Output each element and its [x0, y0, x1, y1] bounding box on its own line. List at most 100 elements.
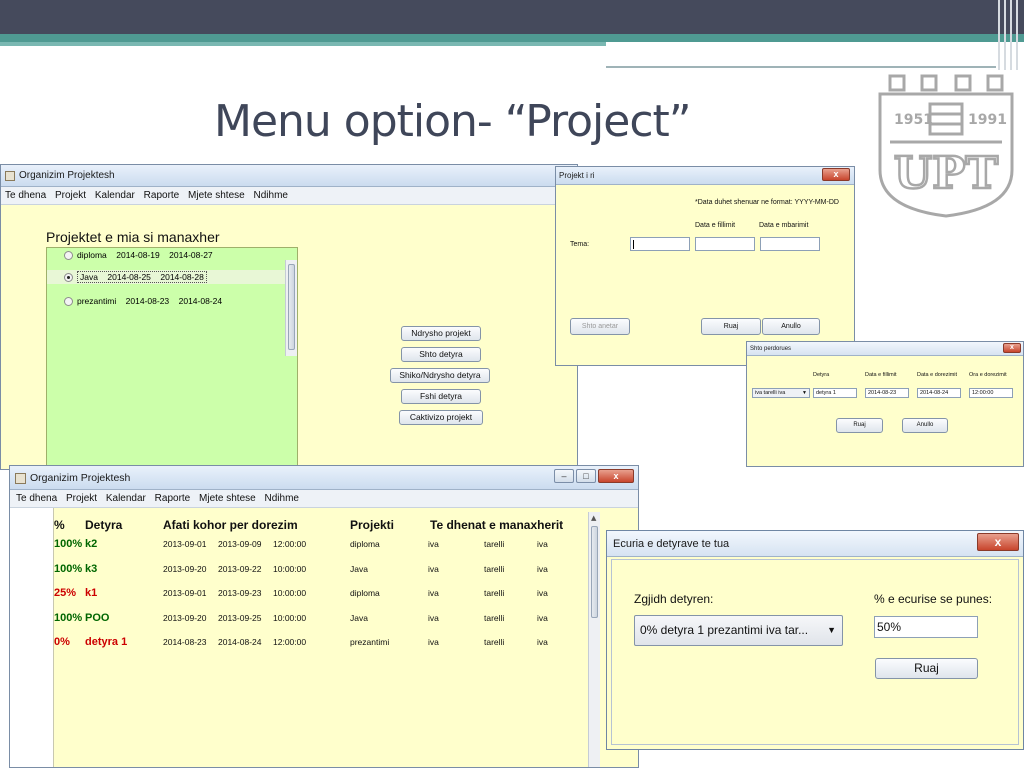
project-row-diploma[interactable]: diploma 2014-08-19 2014-08-27 [47, 248, 287, 262]
cell-manager-first: iva [428, 588, 439, 598]
cell-project: prezantimi [350, 637, 390, 647]
window-titlebar[interactable]: Organizim Projektesh – □ x [10, 466, 638, 490]
cell-manager-user: iva [537, 564, 548, 574]
start-date-input[interactable]: 2014-08-23 [865, 388, 909, 398]
cell-percent: 100% [54, 612, 83, 624]
deactivate-project-button[interactable]: Caktivizo projekt [399, 410, 483, 425]
tema-input[interactable] [630, 237, 690, 251]
close-icon[interactable]: x [977, 533, 1019, 551]
slide-accent-band-light [0, 42, 606, 46]
col-header-pct: % [54, 518, 65, 532]
chevron-down-icon: ▼ [827, 625, 836, 635]
radio-button-selected[interactable] [64, 273, 73, 282]
radio-button[interactable] [64, 297, 73, 306]
slide-header-band [0, 0, 1024, 34]
choose-task-label: Zgjidh detyren: [634, 592, 714, 606]
cell-percent: 0% [54, 636, 70, 648]
end-date-input[interactable] [760, 237, 820, 251]
projects-heading: Projektet e mia si manaxher [46, 229, 220, 245]
scroll-up-icon[interactable]: ▲ [591, 514, 596, 522]
cell-manager-user: iva [537, 637, 548, 647]
cell-end-date: 2013-09-25 [218, 613, 262, 623]
list-scrollbar[interactable] [285, 260, 297, 356]
menu-ndihme[interactable]: Ndihme [254, 190, 288, 201]
add-task-button[interactable]: Shto detyra [401, 347, 481, 362]
add-members-button[interactable]: Shto anetar [570, 318, 630, 335]
cell-start-date: 2013-09-20 [163, 564, 207, 574]
window-titlebar[interactable]: Ecuria e detyrave te tua x [607, 531, 1023, 557]
cell-project: Java [350, 613, 368, 623]
cell-start-date: 2014-08-23 [163, 637, 207, 647]
project-row-java[interactable]: Java 2014-08-25 2014-08-28 [47, 270, 287, 284]
close-icon[interactable]: x [822, 168, 850, 181]
view-edit-task-button[interactable]: Shiko/Ndrysho detyra [390, 368, 490, 383]
menu-mjete-shtese[interactable]: Mjete shtese [188, 190, 245, 201]
cell-time: 10:00:00 [273, 564, 307, 574]
close-icon[interactable]: x [598, 469, 634, 483]
cell-time: 12:00:00 [273, 637, 307, 647]
minimize-icon[interactable]: – [554, 469, 574, 483]
scrollbar-thumb[interactable] [591, 526, 598, 618]
window-titlebar[interactable]: Projekt i ri x [556, 167, 854, 185]
menu-projekt[interactable]: Projekt [55, 190, 86, 201]
cell-percent: 100% [54, 563, 83, 575]
task-select[interactable]: 0% detyra 1 prezantimi iva tar... ▼ [634, 615, 843, 646]
menu-te-dhena[interactable]: Te dhena [16, 493, 57, 504]
window-title: Organizim Projektesh [30, 472, 131, 484]
task-column-label: Detyra [813, 372, 830, 378]
cell-manager-first: iva [428, 613, 439, 623]
decorative-lines [994, 0, 1024, 70]
menu-ndihme[interactable]: Ndihme [265, 493, 299, 504]
col-header-deadline: Afati kohor per dorezim [163, 518, 298, 532]
radio-button[interactable] [64, 251, 73, 260]
due-date-input[interactable]: 2014-08-24 [917, 388, 961, 398]
menu-raporte[interactable]: Raporte [144, 190, 180, 201]
cell-manager-last: tarelli [484, 564, 505, 574]
menu-kalendar[interactable]: Kalendar [95, 190, 135, 201]
save-button[interactable]: Ruaj [701, 318, 761, 335]
save-button[interactable]: Ruaj [875, 658, 978, 679]
edit-project-button[interactable]: Ndrysho projekt [401, 326, 481, 341]
cell-task-name: POO [85, 612, 110, 624]
cell-manager-first: iva [428, 539, 439, 549]
menu-raporte[interactable]: Raporte [155, 493, 191, 504]
menu-mjete-shtese[interactable]: Mjete shtese [199, 493, 256, 504]
due-time-input[interactable]: 12:00:00 [969, 388, 1013, 398]
cell-time: 10:00:00 [273, 588, 307, 598]
due-date-label: Data e dorezimit [917, 372, 958, 378]
cell-end-date: 2014-08-24 [218, 637, 262, 647]
cell-manager-last: tarelli [484, 539, 505, 549]
cancel-button[interactable]: Anullo [902, 418, 948, 433]
cell-start-date: 2013-09-20 [163, 613, 207, 623]
task-input[interactable]: detyra 1 [813, 388, 857, 398]
cell-task-name: k3 [85, 563, 98, 575]
cell-manager-first: iva [428, 564, 439, 574]
delete-task-button[interactable]: Fshi detyra [401, 389, 481, 404]
menu-kalendar[interactable]: Kalendar [106, 493, 146, 504]
close-icon[interactable]: x [1003, 343, 1021, 353]
progress-input[interactable]: 50% [874, 616, 978, 638]
user-select[interactable]: iva tarelli iva ▼ [752, 388, 810, 398]
start-date-input[interactable] [695, 237, 755, 251]
window-titlebar[interactable]: Shto perdorues x [747, 342, 1023, 356]
scrollbar-thumb[interactable] [288, 264, 295, 350]
menu-bar: Te dhena Projekt Kalendar Raporte Mjete … [1, 187, 577, 205]
logo-year-left: 1951 [894, 112, 933, 128]
save-button[interactable]: Ruaj [836, 418, 883, 433]
left-panel [10, 508, 54, 767]
cell-task-name: k1 [85, 587, 98, 599]
project-row-prezantimi[interactable]: prezantimi 2014-08-23 2014-08-24 [47, 294, 287, 308]
cell-project: diploma [350, 588, 380, 598]
menu-projekt[interactable]: Projekt [66, 493, 97, 504]
cell-manager-user: iva [537, 613, 548, 623]
cancel-button[interactable]: Anullo [762, 318, 820, 335]
cell-end-date: 2013-09-09 [218, 539, 262, 549]
menu-te-dhena[interactable]: Te dhena [5, 190, 46, 201]
maximize-icon[interactable]: □ [576, 469, 596, 483]
cell-start-date: 2013-09-01 [163, 539, 207, 549]
window-titlebar[interactable]: Organizim Projektesh [1, 165, 577, 187]
cell-manager-user: iva [537, 588, 548, 598]
table-scrollbar[interactable]: ▲ [588, 512, 600, 767]
cell-manager-last: tarelli [484, 637, 505, 647]
window-new-project: Projekt i ri x *Data duhet shenuar ne fo… [555, 166, 855, 366]
